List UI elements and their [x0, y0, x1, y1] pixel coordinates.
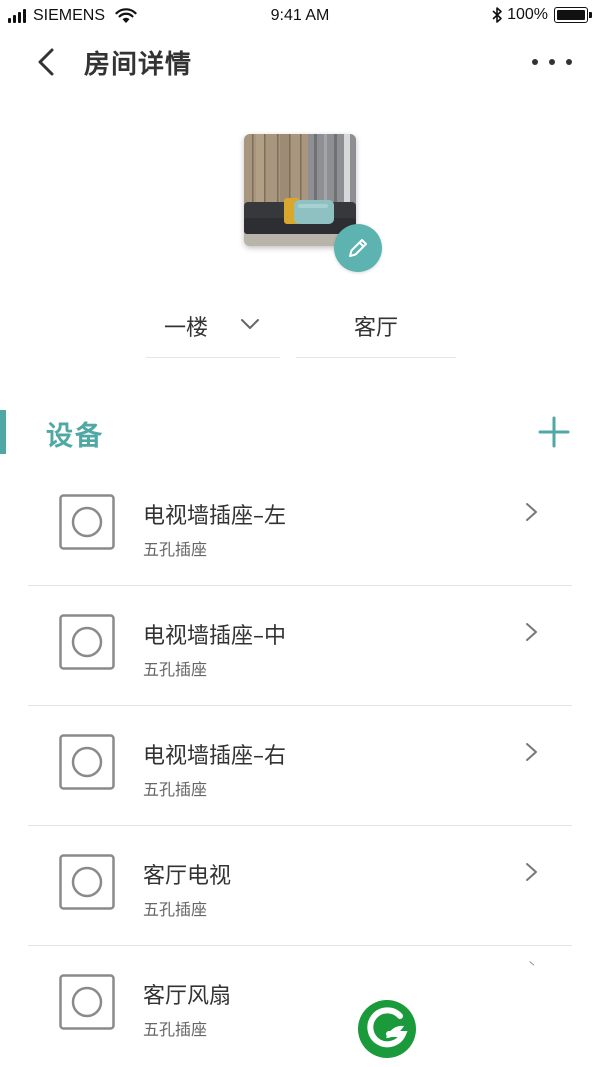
battery-icon [554, 7, 592, 23]
socket-icon [59, 614, 115, 670]
device-type: 五孔插座 [143, 900, 208, 919]
room-photo-container [244, 134, 382, 272]
device-name: 电视墙插座–中 [143, 624, 287, 649]
brand-logo-icon [358, 1000, 416, 1058]
chevron-right-icon [526, 503, 537, 521]
floor-value: 一楼 [164, 316, 209, 341]
more-options-button[interactable] [532, 48, 572, 76]
more-dot [532, 59, 538, 65]
device-type: 五孔插座 [143, 780, 208, 799]
living-room-image [244, 134, 356, 246]
chevron-right-icon [526, 743, 537, 761]
room-photo[interactable] [244, 134, 356, 246]
edit-photo-button[interactable] [334, 224, 382, 272]
device-type: 五孔插座 [143, 660, 208, 679]
device-list-item[interactable]: 电视墙插座–左 五孔插座 [28, 466, 572, 586]
socket-icon [59, 974, 115, 1030]
device-list-item[interactable]: 客厅风扇 五孔插座 [28, 946, 572, 1066]
device-name: 客厅风扇 [143, 984, 232, 1009]
chevron-right-icon [529, 961, 535, 966]
nav-bar: 房间详情 [0, 34, 600, 90]
device-list-item[interactable]: 电视墙插座–中 五孔插座 [28, 586, 572, 706]
bluetooth-icon [492, 7, 502, 23]
device-list-item[interactable]: 客厅电视 五孔插座 [28, 826, 572, 946]
add-device-button[interactable] [536, 414, 572, 450]
chevron-right-icon [526, 623, 537, 641]
socket-icon [59, 734, 115, 790]
socket-icon [59, 854, 115, 910]
device-name: 客厅电视 [143, 864, 232, 889]
more-dot [549, 59, 555, 65]
pencil-icon [349, 239, 367, 257]
device-type: 五孔插座 [143, 540, 208, 559]
floor-select[interactable]: 一楼 [146, 292, 280, 358]
room-name-field[interactable]: 客厅 [296, 292, 456, 358]
room-name-value: 客厅 [353, 316, 398, 341]
chevron-right-icon [526, 863, 537, 881]
battery-level [557, 10, 585, 20]
socket-icon [59, 494, 115, 550]
device-list: 电视墙插座–左 五孔插座 电视墙插座–中 五孔插座 电视墙插座–右 五孔插座 客… [28, 466, 572, 1066]
page-title: 房间详情 [84, 50, 193, 80]
battery-percent: 100% [507, 6, 548, 23]
chevron-left-icon[interactable] [30, 44, 66, 80]
device-type: 五孔插座 [143, 1020, 208, 1039]
section-marker [0, 410, 6, 454]
device-name: 电视墙插座–左 [143, 504, 287, 529]
chevron-down-icon [241, 319, 259, 329]
device-name: 电视墙插座–右 [143, 744, 287, 769]
devices-section-title: 设备 [46, 421, 104, 452]
status-right: 100% [491, 6, 592, 24]
more-dot [566, 59, 572, 65]
status-bar: SIEMENS 9:41 AM 100% [0, 0, 600, 34]
device-list-item[interactable]: 电视墙插座–右 五孔插座 [28, 706, 572, 826]
